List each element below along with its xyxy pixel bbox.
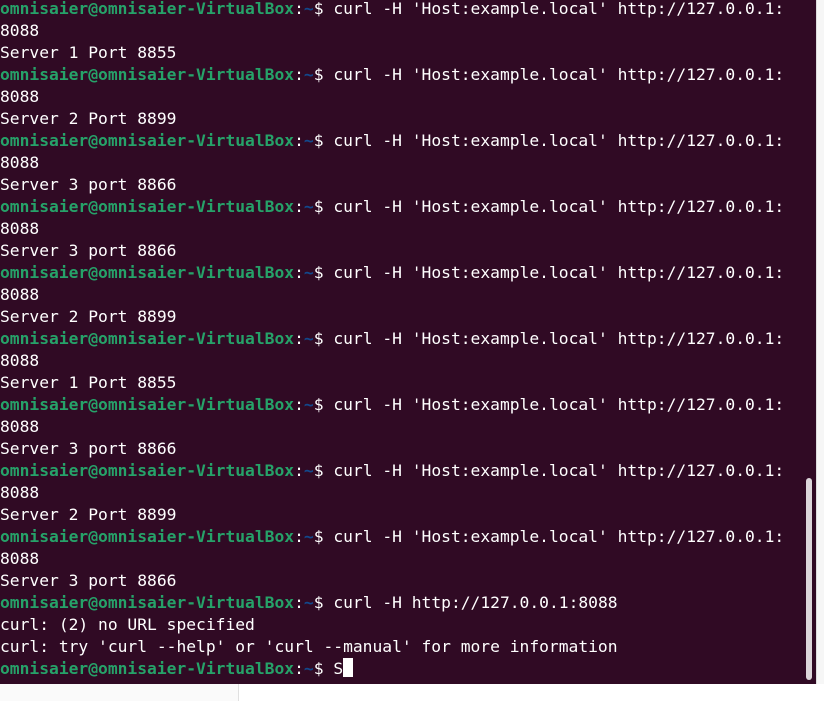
prompt-symbol: $ — [313, 263, 324, 282]
prompt-user: omnisaier@omnisaier-VirtualBox — [0, 197, 295, 216]
scrollbar-thumb[interactable] — [806, 478, 812, 680]
prompt-user: omnisaier@omnisaier-VirtualBox — [0, 527, 295, 546]
prompt-path: ~ — [303, 527, 314, 546]
output-line: 8088 — [0, 87, 40, 106]
prompt-symbol: $ — [313, 461, 324, 480]
output-line: 8088 — [0, 153, 40, 172]
output-line: 8088 — [0, 285, 40, 304]
command-text: curl -H 'Host:example.local' http://127.… — [323, 461, 785, 480]
output-line: 8088 — [0, 549, 40, 568]
prompt-user: omnisaier@omnisaier-VirtualBox — [0, 593, 295, 612]
terminal-window[interactable]: omnisaier@omnisaier-VirtualBox:~$ curl -… — [0, 0, 816, 684]
prompt-separator: : — [294, 0, 304, 18]
prompt-separator: : — [294, 131, 304, 150]
output-line: Server 3 port 8866 — [0, 571, 177, 590]
prompt-separator: : — [294, 461, 304, 480]
prompt-path: ~ — [303, 395, 314, 414]
command-text: curl -H 'Host:example.local' http://127.… — [323, 527, 785, 546]
prompt-symbol: $ — [313, 329, 324, 348]
prompt-separator: : — [294, 329, 304, 348]
prompt-line: omnisaier@omnisaier-VirtualBox:~$ curl -… — [0, 64, 784, 86]
output-line: Server 3 port 8866 — [0, 175, 177, 194]
prompt-user: omnisaier@omnisaier-VirtualBox — [0, 0, 295, 18]
background-sidebar — [0, 684, 239, 701]
command-text: curl -H 'Host:example.local' http://127.… — [323, 263, 785, 282]
prompt-path: ~ — [303, 131, 314, 150]
prompt-path: ~ — [303, 659, 314, 678]
output-line: 8088 — [0, 417, 40, 436]
prompt-symbol: $ — [313, 659, 324, 678]
prompt-path: ~ — [303, 263, 314, 282]
scrollbar[interactable] — [806, 0, 812, 684]
prompt-user: omnisaier@omnisaier-VirtualBox — [0, 659, 295, 678]
prompt-separator: : — [294, 659, 304, 678]
prompt-line: omnisaier@omnisaier-VirtualBox:~$ curl -… — [0, 0, 784, 20]
prompt-separator: : — [294, 65, 304, 84]
output-line: Server 1 Port 8855 — [0, 43, 177, 62]
prompt-symbol: $ — [313, 593, 324, 612]
prompt-line: omnisaier@omnisaier-VirtualBox:~$ curl -… — [0, 526, 784, 548]
text-cursor — [343, 658, 354, 677]
prompt-line: omnisaier@omnisaier-VirtualBox:~$ curl -… — [0, 460, 784, 482]
prompt-path: ~ — [303, 65, 314, 84]
output-line: curl: try 'curl --help' or 'curl --manua… — [0, 637, 618, 656]
prompt-line: omnisaier@omnisaier-VirtualBox:~$ curl -… — [0, 196, 784, 218]
prompt-user: omnisaier@omnisaier-VirtualBox — [0, 329, 295, 348]
prompt-path: ~ — [303, 329, 314, 348]
prompt-path: ~ — [303, 197, 314, 216]
output-line: curl: (2) no URL specified — [0, 615, 255, 634]
prompt-line: omnisaier@omnisaier-VirtualBox:~$ curl -… — [0, 394, 784, 416]
prompt-user: omnisaier@omnisaier-VirtualBox — [0, 65, 295, 84]
command-text: curl -H 'Host:example.local' http://127.… — [323, 329, 785, 348]
output-line: Server 2 Port 8899 — [0, 109, 177, 128]
prompt-line: omnisaier@omnisaier-VirtualBox:~$ curl -… — [0, 130, 784, 152]
output-line: Server 3 port 8866 — [0, 241, 177, 260]
output-line: Server 1 Port 8855 — [0, 373, 177, 392]
output-line: Server 2 Port 8899 — [0, 505, 177, 524]
prompt-separator: : — [294, 593, 304, 612]
prompt-user: omnisaier@omnisaier-VirtualBox — [0, 461, 295, 480]
prompt-separator: : — [294, 395, 304, 414]
prompt-symbol: $ — [313, 527, 324, 546]
output-line: Server 3 port 8866 — [0, 439, 177, 458]
window-edge — [816, 0, 824, 684]
command-text: curl -H 'Host:example.local' http://127.… — [323, 0, 785, 18]
prompt-line: omnisaier@omnisaier-VirtualBox:~$ curl -… — [0, 592, 784, 614]
current-prompt-line[interactable]: omnisaier@omnisaier-VirtualBox:~$ S — [0, 658, 784, 680]
prompt-line: omnisaier@omnisaier-VirtualBox:~$ curl -… — [0, 262, 784, 284]
prompt-path: ~ — [303, 461, 314, 480]
output-line: Server 2 Port 8899 — [0, 307, 177, 326]
prompt-symbol: $ — [313, 65, 324, 84]
prompt-line: omnisaier@omnisaier-VirtualBox:~$ curl -… — [0, 328, 784, 350]
command-text: curl -H 'Host:example.local' http://127.… — [323, 197, 785, 216]
background-window — [0, 684, 824, 701]
command-text: curl -H 'Host:example.local' http://127.… — [323, 395, 785, 414]
command-text: curl -H http://127.0.0.1:8088 — [323, 593, 618, 612]
command-text: S — [323, 659, 344, 678]
prompt-separator: : — [294, 197, 304, 216]
terminal-output[interactable]: omnisaier@omnisaier-VirtualBox:~$ curl -… — [0, 0, 784, 680]
output-line: 8088 — [0, 483, 40, 502]
prompt-symbol: $ — [313, 395, 324, 414]
prompt-path: ~ — [303, 0, 314, 18]
command-text: curl -H 'Host:example.local' http://127.… — [323, 65, 785, 84]
output-line: 8088 — [0, 219, 40, 238]
prompt-symbol: $ — [313, 197, 324, 216]
prompt-symbol: $ — [313, 0, 324, 18]
prompt-user: omnisaier@omnisaier-VirtualBox — [0, 131, 295, 150]
prompt-separator: : — [294, 527, 304, 546]
prompt-separator: : — [294, 263, 304, 282]
prompt-user: omnisaier@omnisaier-VirtualBox — [0, 395, 295, 414]
prompt-user: omnisaier@omnisaier-VirtualBox — [0, 263, 295, 282]
output-line: 8088 — [0, 21, 40, 40]
prompt-path: ~ — [303, 593, 314, 612]
command-text: curl -H 'Host:example.local' http://127.… — [323, 131, 785, 150]
output-line: 8088 — [0, 351, 40, 370]
prompt-symbol: $ — [313, 131, 324, 150]
